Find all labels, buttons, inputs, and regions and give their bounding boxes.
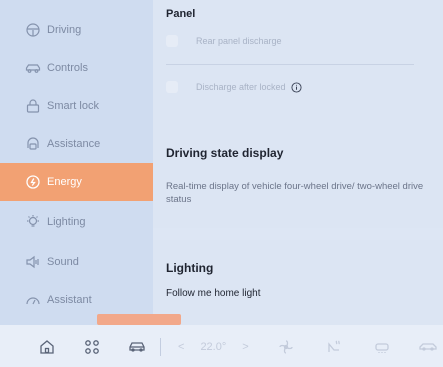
fan-button[interactable]	[276, 337, 296, 357]
rear-panel-discharge-checkbox[interactable]	[166, 35, 178, 47]
fan-icon	[279, 340, 293, 354]
speaker-icon	[25, 254, 41, 270]
sidebar-item-lighting[interactable]: Lighting	[0, 203, 153, 241]
sidebar-item-controls[interactable]: Controls	[0, 49, 153, 87]
defrost-button[interactable]	[372, 337, 392, 357]
sidebar-item-label: Smart lock	[47, 100, 99, 112]
main-content: Panel Rear panel discharge Discharge aft…	[153, 0, 443, 325]
sidebar-item-energy[interactable]: Energy	[0, 163, 153, 201]
driving-state-description: Real-time display of vehicle four-wheel …	[166, 181, 424, 205]
discharge-after-locked-row[interactable]: Discharge after locked	[166, 74, 414, 100]
temperature-increase-button[interactable]: >	[242, 341, 248, 353]
row-label: Discharge after locked	[196, 82, 286, 92]
sidebar-item-label: Lighting	[47, 216, 86, 228]
sidebar-item-label: Assistance	[47, 138, 101, 150]
light-bulb-icon	[25, 214, 41, 230]
vehicle-button[interactable]	[127, 337, 147, 357]
sidebar-item-label: Driving	[47, 24, 82, 36]
temperature-value: 22.0°	[200, 341, 227, 353]
steering-wheel-icon	[25, 22, 41, 38]
seat-heating-button[interactable]	[323, 337, 343, 357]
sidebar-item-label: Assistant	[47, 294, 92, 306]
sidebar-item-assistance[interactable]: Assistance	[0, 125, 153, 163]
sidebar-item-driving[interactable]: Driving	[0, 11, 153, 49]
settings-card: Panel Rear panel discharge Discharge aft…	[153, 0, 443, 228]
lighting-card: Lighting Follow me home light	[153, 240, 443, 325]
rear-panel-discharge-row[interactable]: Rear panel discharge	[166, 28, 414, 54]
lock-icon	[25, 98, 41, 114]
follow-me-home-option[interactable]	[97, 314, 181, 325]
home-icon	[40, 340, 54, 354]
panel-title: Panel	[166, 8, 196, 20]
apps-button[interactable]	[82, 337, 102, 357]
bottom-dock: < 22.0° >	[0, 325, 443, 367]
assistant-icon	[25, 292, 41, 308]
row-label: Rear panel discharge	[196, 36, 282, 46]
seat-heat-icon	[328, 340, 341, 352]
sidebar: Driving Controls Smart lock Assistance E	[0, 0, 153, 325]
app-window: Driving Controls Smart lock Assistance E	[0, 0, 443, 367]
climate-button[interactable]	[418, 337, 438, 357]
car-climate-icon	[419, 343, 437, 351]
assistance-icon	[25, 136, 41, 152]
divider	[166, 64, 414, 65]
defrost-icon	[375, 343, 389, 353]
dock-separator	[160, 338, 161, 356]
temperature-decrease-button[interactable]: <	[178, 341, 184, 353]
apps-grid-icon	[85, 340, 99, 354]
follow-me-home-label: Follow me home light	[166, 288, 261, 299]
sidebar-item-label: Controls	[47, 62, 88, 74]
sidebar-item-label: Sound	[47, 256, 79, 268]
temperature-control: < 22.0° >	[170, 338, 257, 356]
car-icon	[129, 342, 145, 352]
sidebar-item-sound[interactable]: Sound	[0, 243, 153, 281]
info-icon[interactable]	[291, 81, 302, 93]
sidebar-item-smart-lock[interactable]: Smart lock	[0, 87, 153, 125]
lighting-title: Lighting	[166, 261, 214, 275]
driving-state-title: Driving state display	[166, 146, 284, 160]
discharge-after-locked-checkbox[interactable]	[166, 81, 178, 93]
car-controls-icon	[25, 60, 41, 76]
sidebar-item-label: Energy	[47, 176, 82, 188]
energy-icon	[25, 174, 41, 190]
home-button[interactable]	[37, 337, 57, 357]
